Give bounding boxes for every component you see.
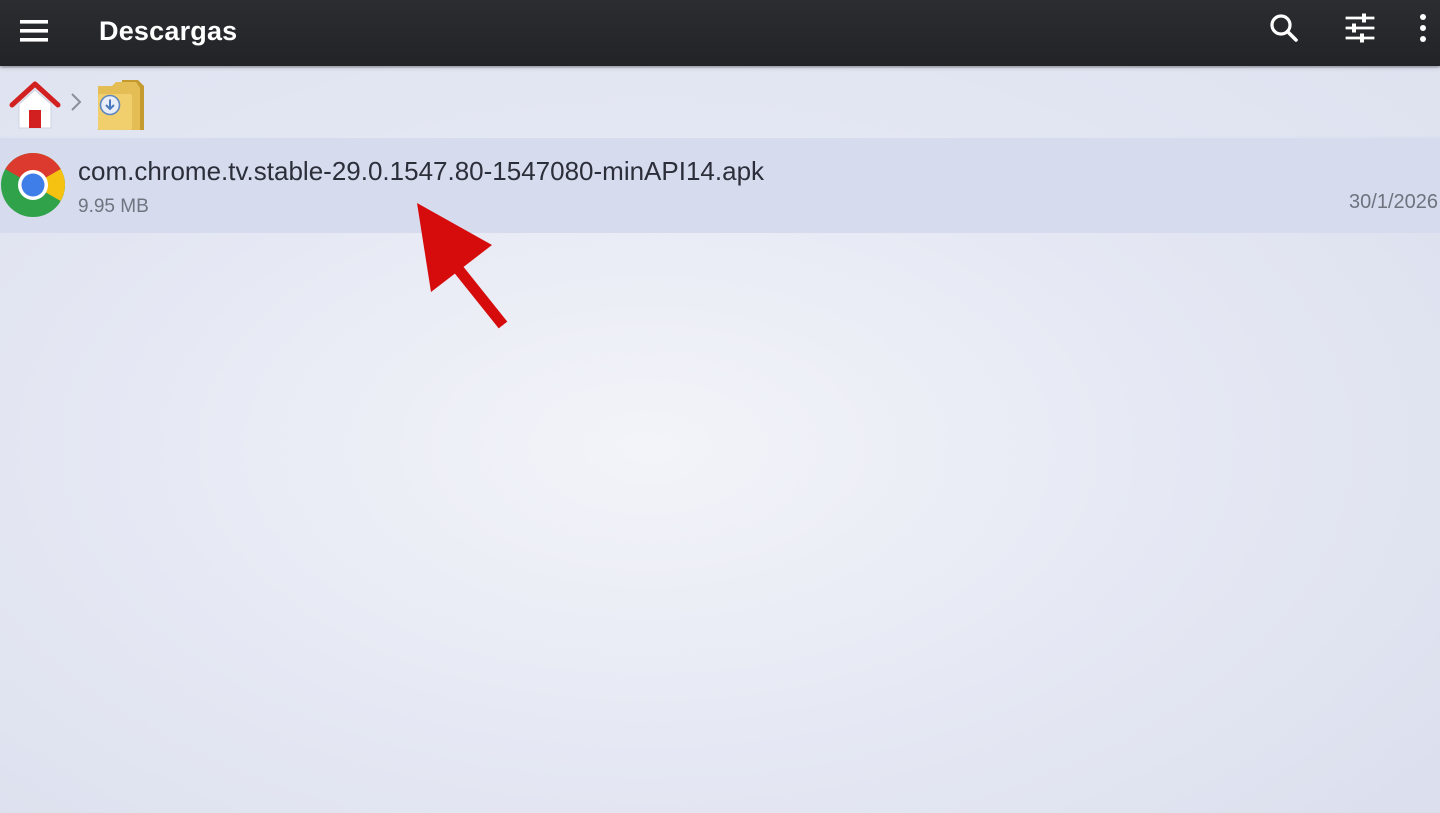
more-options-button[interactable] xyxy=(1403,6,1440,50)
breadcrumb-home[interactable] xyxy=(8,78,62,132)
page-title: Descargas xyxy=(99,16,238,46)
breadcrumb xyxy=(0,68,1440,136)
file-date: 30/1/2026 xyxy=(1349,191,1438,213)
breadcrumb-downloads-folder[interactable] xyxy=(92,76,148,134)
file-list-item[interactable]: com.chrome.tv.stable-29.0.1547.80-154708… xyxy=(0,138,1440,233)
more-vert-icon xyxy=(1420,14,1426,42)
search-button[interactable] xyxy=(1262,6,1306,50)
hamburger-menu-button[interactable] xyxy=(12,11,56,51)
home-icon xyxy=(9,81,61,129)
downloads-folder-icon xyxy=(98,80,144,130)
file-name: com.chrome.tv.stable-29.0.1547.80-154708… xyxy=(78,156,765,186)
chrome-icon xyxy=(1,153,65,217)
file-icon xyxy=(0,152,66,218)
chevron-right-icon xyxy=(71,93,82,111)
filter-button[interactable] xyxy=(1338,6,1382,50)
sliders-filter-icon xyxy=(1345,13,1375,43)
hamburger-menu-icon xyxy=(20,20,48,42)
search-icon xyxy=(1270,14,1298,42)
red-arrow-annotation xyxy=(417,203,508,329)
app-bar: Descargas xyxy=(0,0,1440,66)
file-size: 9.95 MB xyxy=(78,196,149,217)
